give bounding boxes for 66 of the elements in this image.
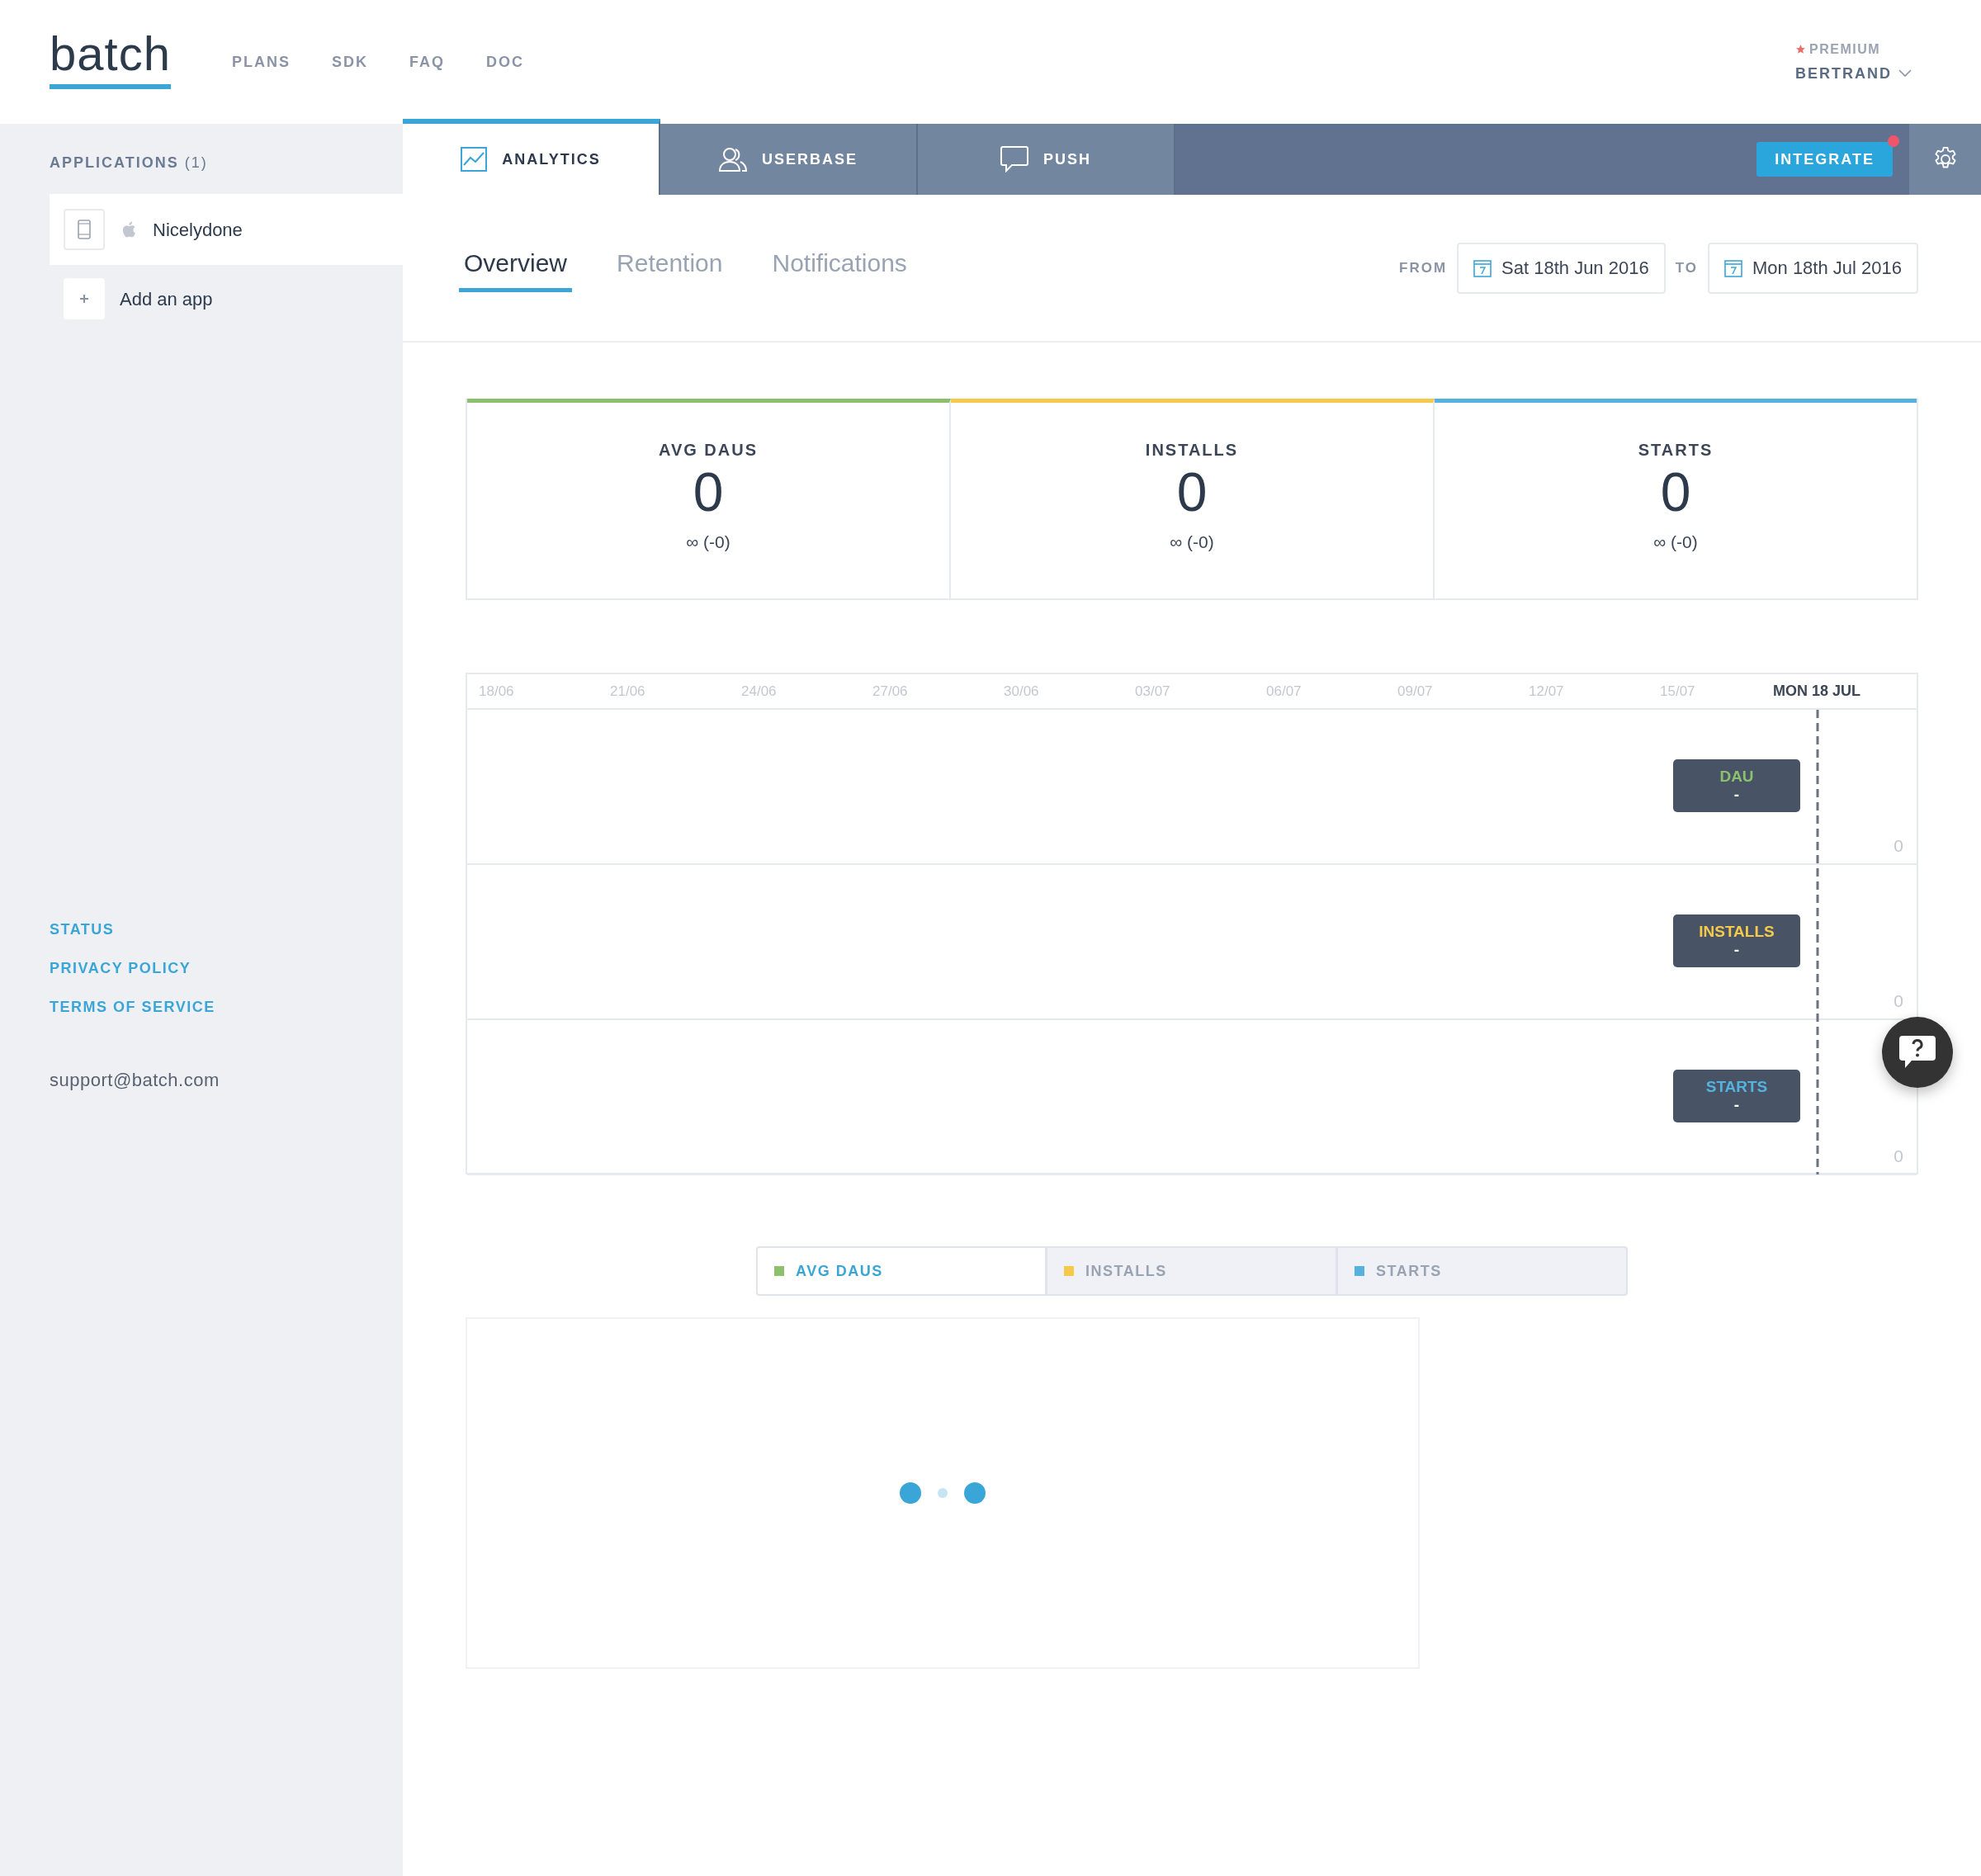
legend-tab[interactable]: STARTS [1337, 1246, 1628, 1296]
app-name: Nicelydone [153, 218, 243, 242]
app-item[interactable]: Nicelydone [50, 194, 403, 265]
kpi-label: STARTS [1638, 440, 1714, 461]
nav-link[interactable]: SDK [331, 50, 368, 73]
users-icon [719, 147, 747, 172]
sub-tab[interactable]: Retention [612, 243, 728, 292]
main-tab[interactable]: PUSH [918, 124, 1175, 195]
user-menu[interactable]: BERTRAND [1795, 62, 1912, 85]
plus-icon [78, 293, 90, 305]
integrate-button[interactable]: INTEGRATE [1756, 142, 1893, 177]
axis-value: 0 [1894, 990, 1903, 1012]
legend-tab[interactable]: INSTALLS [1047, 1246, 1337, 1296]
to-label: TO [1675, 258, 1698, 277]
apple-icon [121, 220, 136, 239]
date-picker[interactable]: Sat 18th Jun 2016 [1457, 242, 1666, 294]
line-chart-icon [461, 147, 488, 172]
metric-tooltip: STARTS - [1673, 1070, 1800, 1122]
phone-icon [64, 209, 105, 250]
footer-link[interactable]: STATUS [50, 919, 403, 941]
kpi-label: INSTALLS [1145, 440, 1239, 461]
logo[interactable]: batch [50, 30, 171, 89]
nav-link[interactable]: PLANS [231, 50, 291, 73]
metric-tooltip: INSTALLS - [1673, 914, 1800, 967]
footer-link[interactable]: PRIVACY POLICY [50, 957, 403, 980]
sub-tab[interactable]: Notifications [767, 243, 912, 292]
help-icon [1898, 1035, 1936, 1070]
plan-label: PREMIUM [1809, 40, 1881, 58]
sidebar-title: APPLICATIONS (1) [50, 154, 209, 172]
kpi-change: ∞ (-0) [1653, 531, 1698, 553]
date-tick: 03/07 [1134, 682, 1171, 701]
main-tab[interactable]: USERBASE [660, 124, 918, 195]
metric-tooltip: DAU - [1673, 759, 1800, 812]
kpi-value: 0 [1660, 462, 1691, 522]
calendar-icon [1723, 258, 1742, 277]
date-tick: 12/07 [1528, 682, 1565, 701]
date-tick: 27/06 [872, 682, 909, 701]
kpi-value: 0 [1176, 462, 1208, 522]
speech-bubble-icon [1000, 146, 1028, 172]
date-tick: 30/06 [1003, 682, 1040, 701]
date-tick: 06/07 [1265, 682, 1303, 701]
from-label: FROM [1399, 258, 1448, 277]
nav-link[interactable]: DOC [485, 50, 524, 73]
kpi-value: 0 [693, 462, 724, 522]
support-email: support@batch.com [50, 1069, 220, 1092]
date-picker[interactable]: Mon 18th Jul 2016 [1707, 242, 1918, 294]
axis-value: 0 [1894, 834, 1903, 857]
add-app-label[interactable]: Add an app [120, 285, 213, 313]
kpi-change: ∞ (-0) [686, 531, 730, 553]
calendar-icon [1473, 258, 1492, 277]
help-button[interactable] [1882, 1017, 1953, 1088]
date-tick: 24/06 [740, 682, 778, 701]
date-tick: 18/06 [478, 682, 515, 701]
axis-value: 0 [1894, 1145, 1903, 1167]
current-date-label: MON 18 JUL [1773, 682, 1861, 701]
star-icon [1795, 44, 1806, 54]
nav-link[interactable]: FAQ [409, 50, 445, 73]
sub-tab[interactable]: Overview [459, 243, 573, 292]
footer-link[interactable]: TERMS OF SERVICE [50, 996, 403, 1018]
date-tick: 09/07 [1397, 682, 1434, 701]
kpi-label: AVG DAUS [658, 440, 759, 461]
kpi-change: ∞ (-0) [1170, 531, 1214, 553]
legend-tab[interactable]: AVG DAUS [756, 1246, 1047, 1296]
main-tab[interactable]: ANALYTICS [403, 119, 660, 195]
chevron-down-icon [1898, 69, 1912, 78]
date-tick: 21/06 [609, 682, 646, 701]
